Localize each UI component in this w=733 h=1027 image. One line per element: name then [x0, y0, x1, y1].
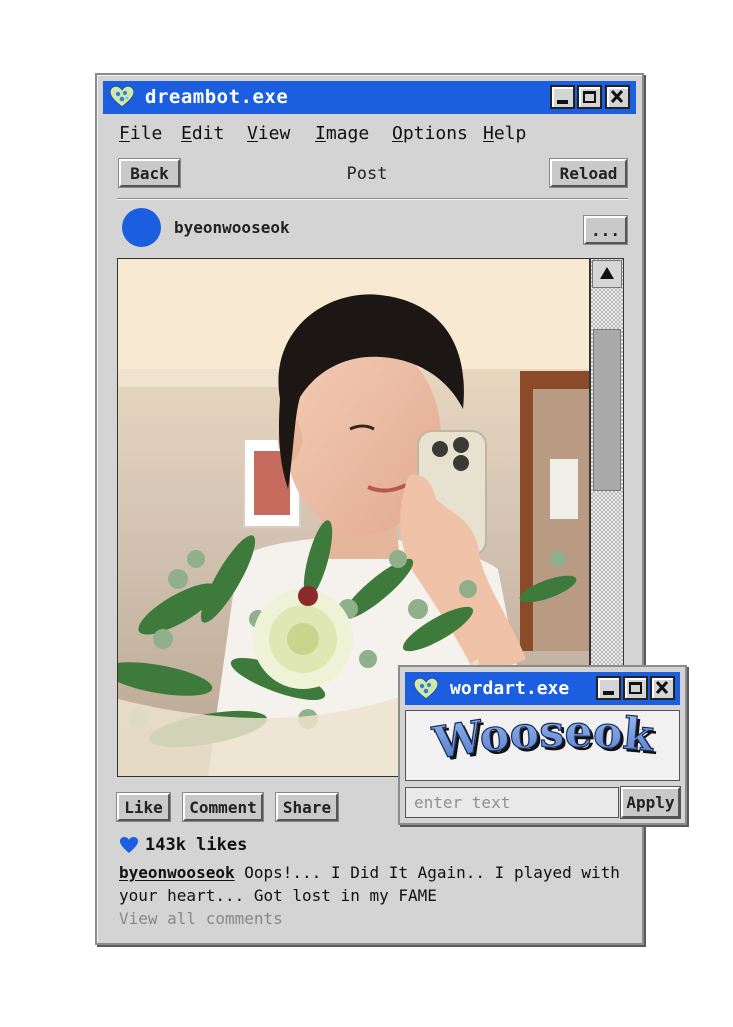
comment-button[interactable]: Comment — [182, 792, 264, 822]
maximize-icon — [583, 91, 596, 103]
menu-image[interactable]: Image — [315, 123, 369, 144]
wordart-title-bar[interactable]: wordart.exe — [405, 672, 680, 705]
menu-view[interactable]: View — [247, 123, 290, 144]
wordart-window: wordart.exe Wooseok Wooseok enter text A… — [398, 665, 687, 825]
menu-file[interactable]: File — [119, 123, 162, 144]
view-all-comments-link[interactable]: View all comments — [119, 909, 283, 928]
close-icon — [655, 680, 669, 695]
post-username[interactable]: byeonwooseok — [174, 218, 290, 237]
window-title: dreambot.exe — [145, 86, 289, 108]
heart-logo-icon — [109, 85, 135, 108]
apply-button[interactable]: Apply — [620, 786, 681, 819]
likes-count: 143k likes — [145, 835, 248, 855]
post-caption: byeonwooseok Oops!... I Did It Again.. I… — [119, 861, 629, 907]
wordart-text-input[interactable] — [405, 787, 619, 818]
share-button[interactable]: Share — [275, 792, 339, 822]
scroll-up-button[interactable] — [592, 260, 622, 288]
wordart-canvas: Wooseok Wooseok — [405, 706, 680, 781]
page-title: Post — [346, 164, 388, 184]
wordart-close-button[interactable] — [650, 676, 675, 700]
maximize-button[interactable] — [577, 85, 602, 109]
scrollbar-thumb[interactable] — [593, 329, 621, 491]
menu-edit[interactable]: Edit — [181, 123, 224, 144]
like-button[interactable]: Like — [116, 792, 171, 822]
more-options-button[interactable]: ... — [583, 215, 628, 245]
avatar[interactable] — [122, 208, 161, 247]
wordart-preview: Wooseok Wooseok — [428, 706, 660, 773]
menu-help[interactable]: Help — [483, 123, 526, 144]
reload-button[interactable]: Reload — [549, 158, 628, 188]
minimize-button[interactable] — [550, 85, 575, 109]
wordart-window-title: wordart.exe — [450, 678, 570, 699]
wordart-minimize-button[interactable] — [596, 676, 621, 700]
menu-options[interactable]: Options — [392, 123, 468, 144]
minimize-icon — [557, 100, 568, 104]
triangle-up-icon — [600, 267, 614, 279]
caption-username[interactable]: byeonwooseok — [119, 863, 235, 882]
heart-logo-icon — [413, 677, 439, 700]
minimize-icon — [603, 691, 614, 695]
title-bar[interactable]: dreambot.exe — [103, 81, 636, 114]
close-button[interactable] — [605, 85, 630, 109]
maximize-icon — [629, 682, 642, 694]
close-icon — [610, 89, 624, 104]
likes-row: 143k likes — [119, 835, 247, 855]
divider — [117, 198, 628, 200]
back-button[interactable]: Back — [118, 158, 181, 188]
heart-icon — [120, 837, 138, 853]
wordart-maximize-button[interactable] — [623, 676, 648, 700]
